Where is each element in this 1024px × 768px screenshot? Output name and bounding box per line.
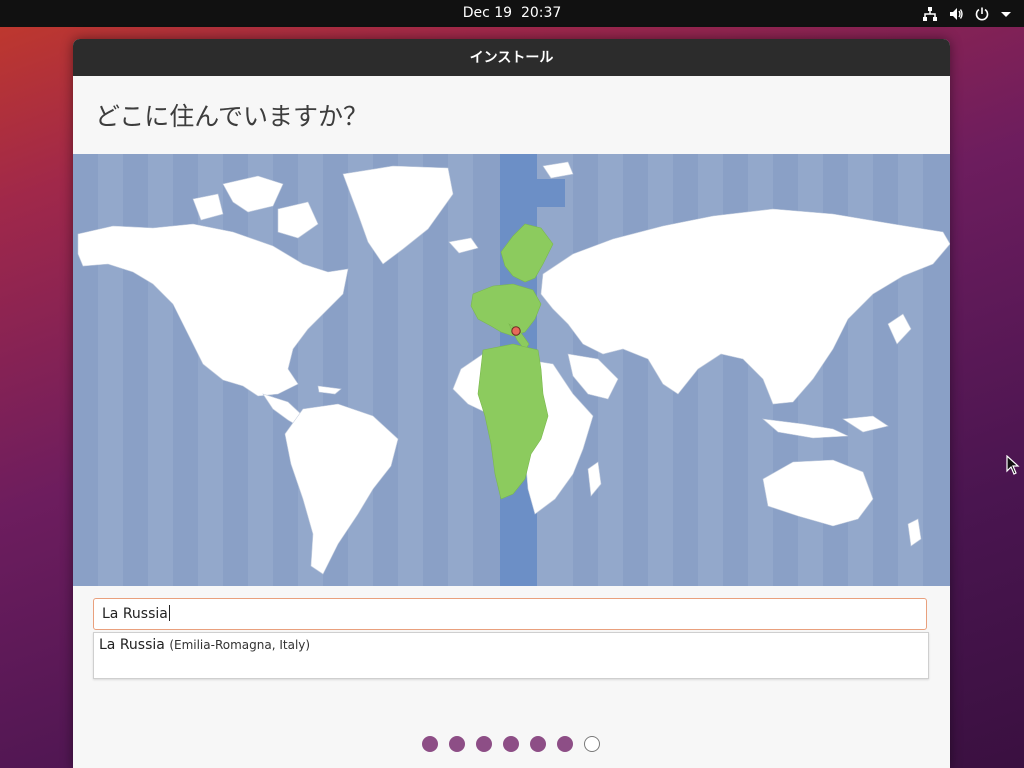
window-title: インストール [469,50,554,66]
network-icon[interactable] [922,6,938,22]
window-title-bar[interactable]: インストール [73,39,950,76]
progress-dot-complete [557,736,573,752]
location-marker[interactable] [511,326,521,336]
timezone-map[interactable] [73,154,950,586]
power-icon[interactable] [974,6,990,22]
progress-dot-current [584,736,600,752]
clock-date[interactable]: Dec 19 [463,5,512,21]
location-search-input[interactable]: La Russia [93,598,927,630]
text-caret [168,605,170,621]
clock-time[interactable]: 20:37 [521,5,561,21]
progress-dot-complete [449,736,465,752]
installer-window: インストール どこに住んでいますか？ La Russia La Russia (… [73,39,950,768]
suggestion-name[interactable]: La Russia [99,637,165,653]
page-heading: どこに住んでいますか？ [95,102,369,131]
top-bar: Dec 19 20:37 [0,0,1024,27]
progress-dot-complete [503,736,519,752]
progress-dot-complete [422,736,438,752]
progress-dot-complete [476,736,492,752]
progress-dot-complete [530,736,546,752]
location-suggestions[interactable]: La Russia (Emilia-Romagna, Italy) [93,632,929,679]
mouse-pointer-icon [1006,454,1020,479]
suggestion-detail[interactable]: (Emilia-Romagna, Italy) [169,638,310,652]
search-input-value[interactable]: La Russia [102,606,168,622]
suggestion-item[interactable]: La Russia (Emilia-Romagna, Italy) [99,637,310,653]
progress-dots [422,736,600,752]
system-tray[interactable] [922,0,1012,27]
clock[interactable]: Dec 19 20:37 [0,0,1024,27]
volume-icon[interactable] [948,6,964,22]
menu-arrow-icon[interactable] [1000,6,1012,22]
